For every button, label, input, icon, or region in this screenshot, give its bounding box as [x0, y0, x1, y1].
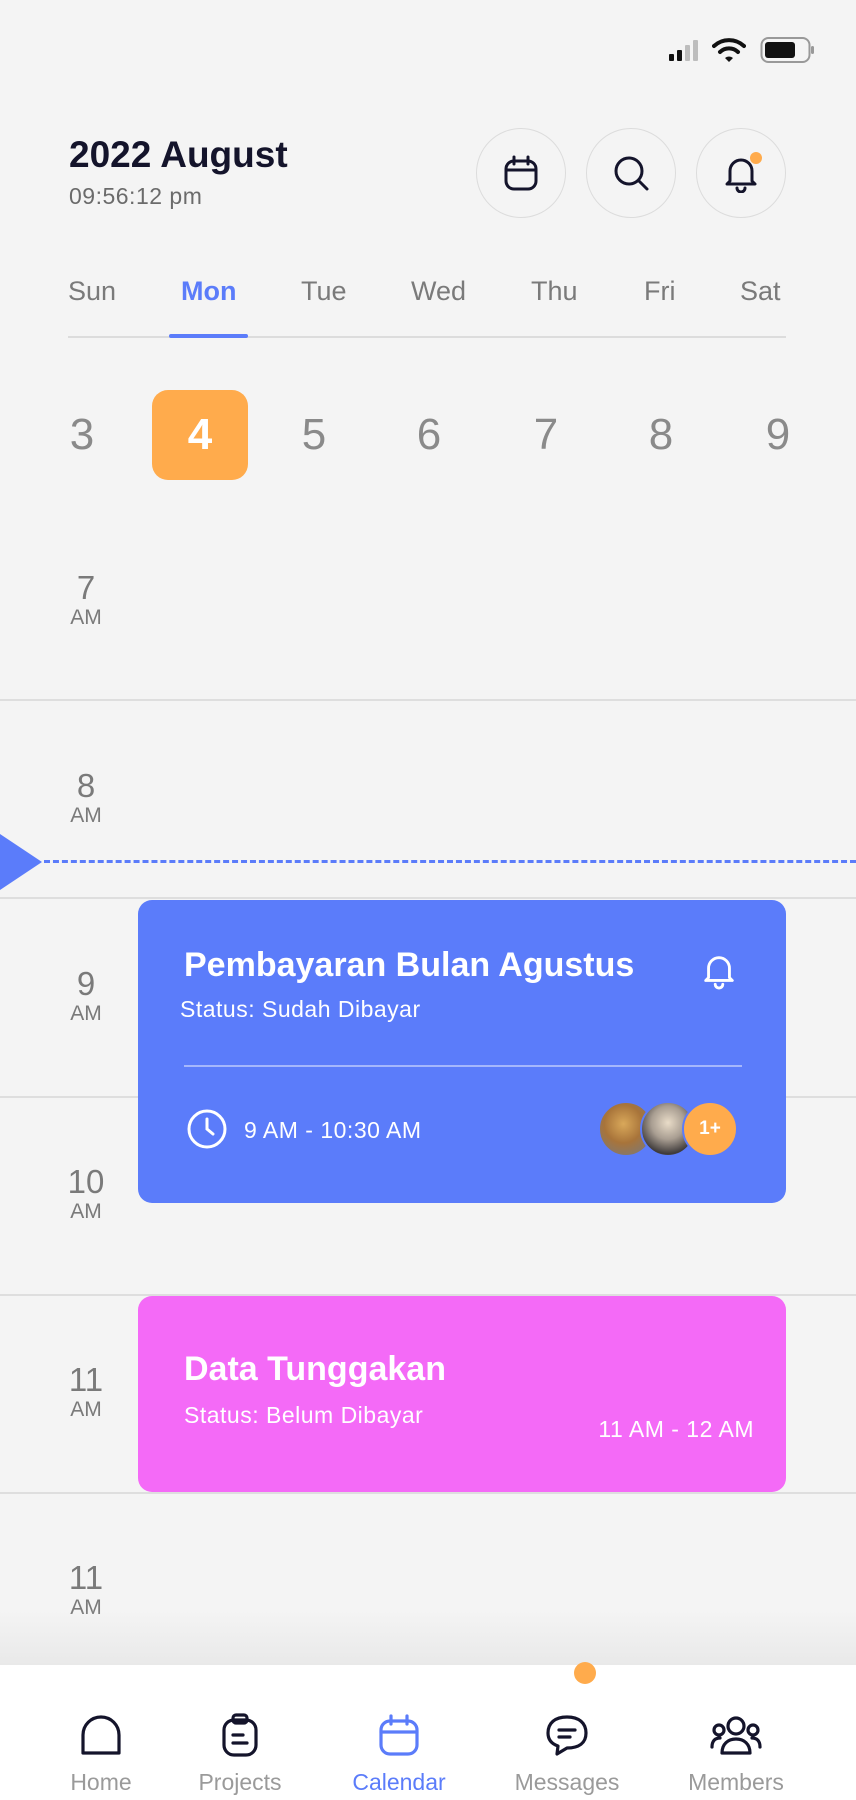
- notifications-button[interactable]: [696, 128, 786, 218]
- nav-label: Home: [70, 1769, 132, 1795]
- event-status: Status: Sudah Dibayar: [180, 996, 421, 1022]
- nav-projects[interactable]: Projects: [165, 1665, 315, 1800]
- tab-sat[interactable]: Sat: [740, 276, 781, 336]
- date-7[interactable]: 7: [498, 390, 594, 480]
- scroll-fade: [0, 1610, 856, 1665]
- tab-sun[interactable]: Sun: [68, 276, 116, 336]
- event-time: 9 AM - 10:30 AM: [244, 1117, 422, 1143]
- nav-members[interactable]: Members: [661, 1665, 811, 1800]
- members-icon: [710, 1716, 762, 1755]
- tab-tue[interactable]: Tue: [301, 276, 347, 336]
- calendar-icon: [504, 155, 538, 191]
- bottom-nav: Home Projects Calendar Messages Members: [0, 1665, 856, 1800]
- time-slot: 11 AM: [68, 1361, 104, 1422]
- tab-mon[interactable]: Mon: [168, 276, 250, 338]
- event-card[interactable]: Data Tunggakan Status: Belum Dibayar 11 …: [138, 1296, 786, 1492]
- date-4-selected[interactable]: 4: [152, 390, 248, 480]
- clipboard-icon: [222, 1713, 258, 1757]
- event-title: Data Tunggakan: [184, 1350, 446, 1388]
- event-title: Pembayaran Bulan Agustus: [184, 946, 635, 984]
- date-3[interactable]: 3: [34, 390, 130, 480]
- current-time-line: [44, 860, 856, 863]
- chat-icon: [546, 1715, 588, 1756]
- wifi-icon: [712, 38, 746, 62]
- search-button[interactable]: [586, 128, 676, 218]
- event-divider: [184, 1065, 742, 1067]
- time-slot: 7 AM: [70, 569, 102, 630]
- tab-wed[interactable]: Wed: [411, 276, 466, 336]
- time-slot: 10 AM: [67, 1163, 105, 1224]
- battery-icon: [760, 37, 814, 63]
- event-time: 11 AM - 12 AM: [598, 1416, 754, 1442]
- tab-thu[interactable]: Thu: [531, 276, 578, 336]
- more-attendees-badge[interactable]: 1+: [682, 1101, 738, 1157]
- calendar-button[interactable]: [476, 128, 566, 218]
- current-time: 09:56:12 pm: [69, 183, 203, 209]
- hour-divider: [0, 699, 856, 701]
- nav-label: Members: [688, 1769, 784, 1795]
- nav-home[interactable]: Home: [26, 1665, 176, 1800]
- nav-calendar[interactable]: Calendar: [324, 1665, 474, 1800]
- date-6[interactable]: 6: [381, 390, 477, 480]
- week-tabs: Sun Mon Tue Wed Thu Fri Sat: [68, 276, 786, 338]
- nav-label: Projects: [198, 1769, 282, 1795]
- notification-badge: [750, 152, 762, 164]
- date-8[interactable]: 8: [613, 390, 709, 480]
- time-slot: 8 AM: [70, 767, 102, 828]
- nav-messages[interactable]: Messages: [492, 1665, 642, 1800]
- nav-label: Calendar: [352, 1769, 446, 1795]
- hour-divider: [0, 897, 856, 899]
- date-5[interactable]: 5: [266, 390, 362, 480]
- event-status: Status: Belum Dibayar: [184, 1402, 424, 1428]
- hour-divider: [0, 1492, 856, 1494]
- home-icon: [81, 1715, 121, 1755]
- signal-icon: [669, 39, 698, 61]
- event-card[interactable]: Pembayaran Bulan Agustus Status: Sudah D…: [138, 900, 786, 1203]
- calendar-icon: [379, 1714, 419, 1756]
- tab-fri[interactable]: Fri: [644, 276, 675, 336]
- search-icon: [614, 156, 649, 191]
- clock-icon: [187, 1109, 227, 1149]
- time-slot: 9 AM: [70, 965, 102, 1026]
- page-title: 2022 August: [69, 134, 288, 175]
- current-time-marker: [0, 834, 42, 890]
- status-bar: [669, 36, 816, 64]
- bell-icon[interactable]: [700, 950, 738, 990]
- messages-badge: [574, 1662, 596, 1684]
- nav-label: Messages: [514, 1769, 620, 1795]
- date-9[interactable]: 9: [730, 390, 826, 480]
